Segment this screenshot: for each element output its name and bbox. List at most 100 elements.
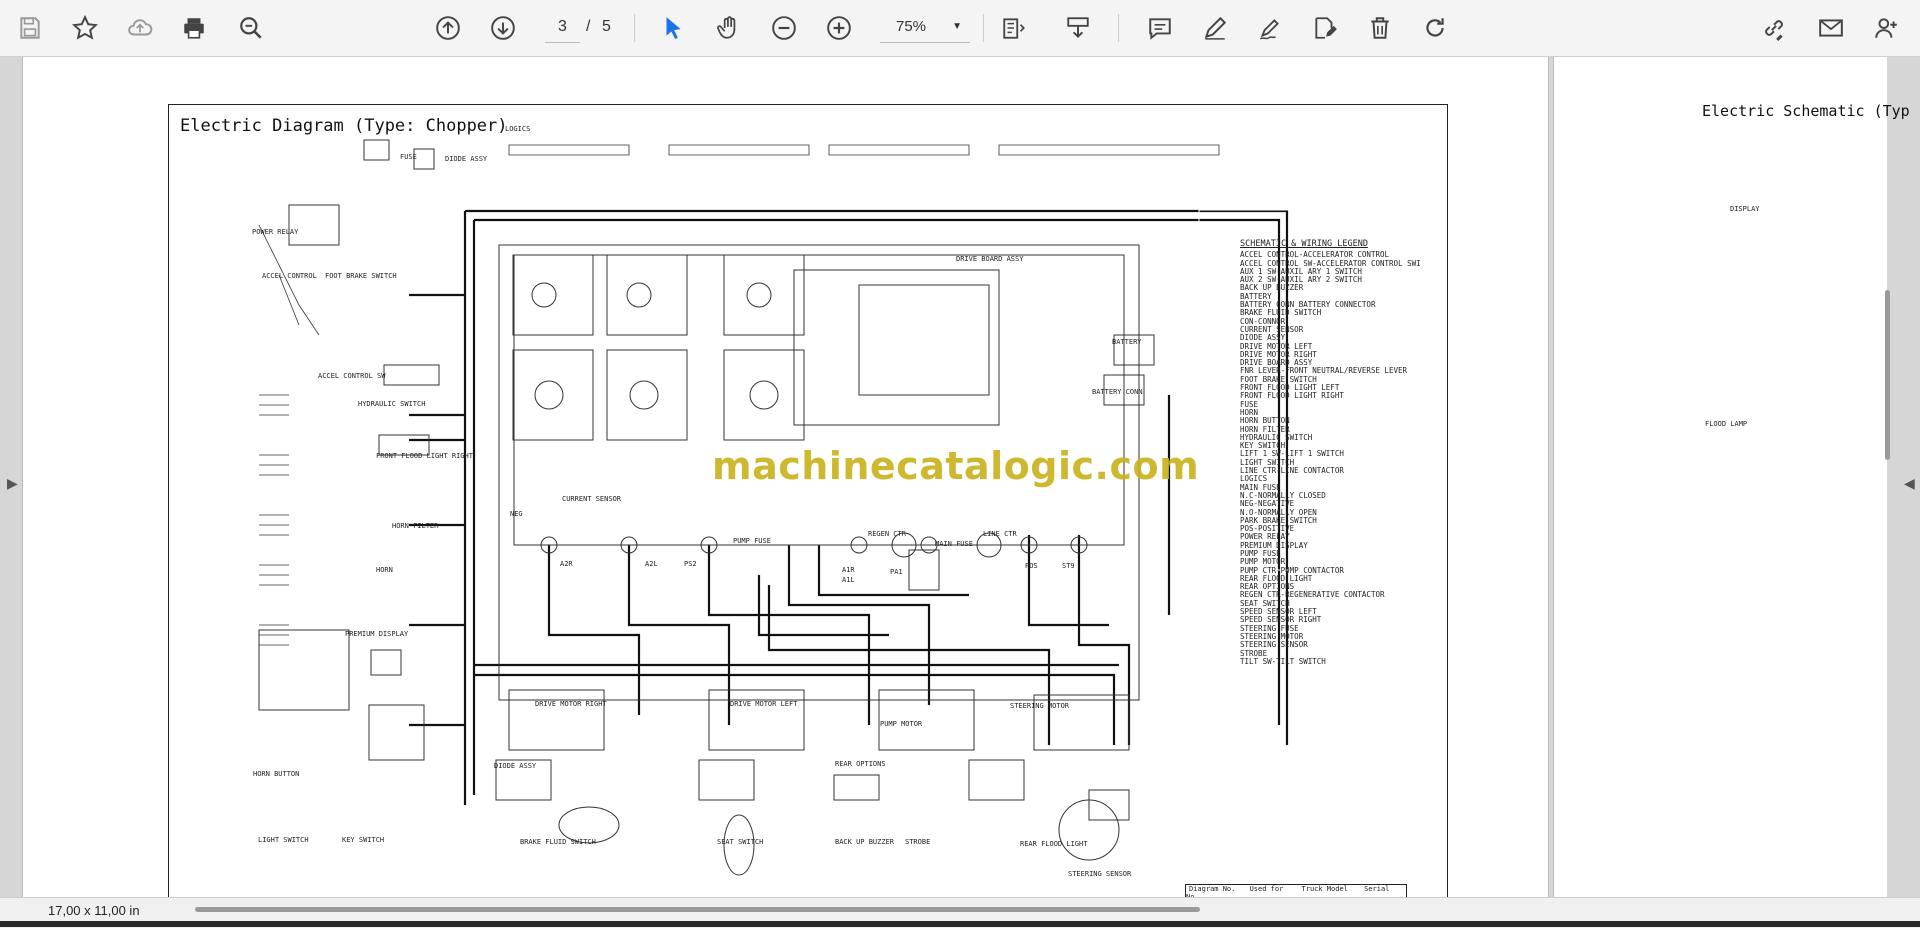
edit-doc-icon[interactable] bbox=[1309, 12, 1341, 44]
bookmark-star-icon[interactable] bbox=[69, 12, 101, 44]
next-page-icon[interactable] bbox=[487, 12, 519, 44]
page-fit-icon[interactable] bbox=[998, 12, 1030, 44]
label-rear-options: REAR OPTIONS bbox=[835, 760, 886, 768]
mail-icon[interactable] bbox=[1815, 12, 1847, 44]
legend-item: CON-CONNOR bbox=[1240, 317, 1286, 326]
watermark: machinecatalogic.com bbox=[712, 444, 1200, 488]
signature-icon[interactable] bbox=[1254, 12, 1286, 44]
page-total: 5 bbox=[602, 18, 611, 35]
label-right-display: DISPLAY bbox=[1730, 205, 1760, 213]
label-diode-assy: DIODE ASSY bbox=[445, 155, 488, 163]
toolbar: 3 / 5 75% ▼ bbox=[0, 0, 1920, 57]
trash-icon[interactable] bbox=[1364, 12, 1396, 44]
label-a2r: A2R bbox=[560, 560, 573, 568]
legend-item: HORN BUTTON bbox=[1240, 417, 1290, 426]
legend-item: KEY SWITCH bbox=[1240, 442, 1286, 451]
legend-item: BRAKE FLUID SWITCH bbox=[1240, 309, 1322, 318]
legend-item: ACCEL CONTROL SW-ACCELERATOR CONTROL SWI… bbox=[1240, 259, 1420, 268]
title-block-diagram-no: Diagram No. bbox=[1189, 885, 1236, 893]
vertical-scrollbar[interactable] bbox=[1885, 290, 1890, 460]
save-icon[interactable] bbox=[14, 12, 46, 44]
download-tray-icon[interactable] bbox=[1062, 12, 1094, 44]
legend-item: STROBE bbox=[1240, 649, 1268, 658]
chevron-down-icon: ▼ bbox=[952, 21, 962, 32]
legend-item: SPEED SENSOR LEFT bbox=[1240, 608, 1317, 617]
legend-item: AUX 1 SW-AUXIL ARY 1 SWITCH bbox=[1240, 267, 1362, 276]
redo-icon[interactable] bbox=[1419, 12, 1451, 44]
zoom-out-icon[interactable] bbox=[768, 12, 800, 44]
label-line-ctr: LINE CTR bbox=[983, 530, 1017, 538]
label-strobe: STROBE bbox=[905, 838, 931, 846]
legend-item: HORN FILTER bbox=[1240, 425, 1290, 434]
legend-item: STEERING FUSE bbox=[1240, 624, 1299, 633]
right-panel-toggle-icon[interactable]: ◀ bbox=[1904, 476, 1915, 492]
hand-pan-icon[interactable] bbox=[713, 12, 745, 44]
label-rear-flood-light: REAR FLOOD LIGHT bbox=[1020, 840, 1088, 848]
label-pump-motor: PUMP MOTOR bbox=[880, 720, 923, 728]
label-a1l: A1L bbox=[842, 576, 855, 584]
legend-item: REAR FLOOD LIGHT bbox=[1240, 574, 1313, 583]
legend-item: POWER RELAY bbox=[1240, 533, 1290, 542]
label-horn-filter: HORN FILTER bbox=[392, 522, 439, 530]
diagram-title: Electric Diagram (Type: Chopper) bbox=[180, 116, 508, 136]
label-current-sensor: CURRENT SENSOR bbox=[562, 495, 622, 503]
legend-item: N.O-NORMALLY OPEN bbox=[1240, 508, 1317, 517]
legend-item: DRIVE MOTOR RIGHT bbox=[1240, 350, 1317, 359]
upload-cloud-icon[interactable] bbox=[124, 12, 156, 44]
label-power-relay: POWER RELAY bbox=[252, 228, 299, 236]
legend-item: FOOT BRAKE SWITCH bbox=[1240, 375, 1317, 384]
title-block-truck-model: Truck Model bbox=[1301, 885, 1348, 893]
label-key-switch: KEY SWITCH bbox=[342, 836, 385, 844]
zoom-select[interactable]: 75% ▼ bbox=[880, 12, 970, 43]
legend-item: SPEED SENSOR RIGHT bbox=[1240, 616, 1322, 625]
pdf-page-next bbox=[1553, 57, 1887, 897]
select-cursor-icon[interactable] bbox=[657, 12, 689, 44]
toolbar-divider bbox=[983, 14, 984, 42]
label-diode-assy-2: DIODE ASSY bbox=[494, 762, 537, 770]
label-ps2: PS2 bbox=[684, 560, 697, 568]
legend-item: BATTERY CONN BATTERY CONNECTOR bbox=[1240, 301, 1376, 310]
legend-item: TILT SW-TILT SWITCH bbox=[1240, 657, 1326, 666]
label-pos: POS bbox=[1025, 562, 1038, 570]
prev-page-icon[interactable] bbox=[432, 12, 464, 44]
link-share-icon[interactable] bbox=[1758, 12, 1790, 44]
zoom-value: 75% bbox=[896, 18, 927, 35]
legend-item: FNR LEVER-FRONT NEUTRAL/REVERSE LEVER bbox=[1240, 367, 1408, 376]
label-back-up-buzzer: BACK UP BUZZER bbox=[835, 838, 895, 846]
label-horn-button: HORN BUTTON bbox=[253, 770, 300, 778]
legend-item: LIGHT SWITCH bbox=[1240, 458, 1295, 467]
legend-item: DRIVE MOTOR LEFT bbox=[1240, 342, 1313, 351]
wiring-legend: SCHEMATIC & WIRING LEGEND ACCEL CONTROL-… bbox=[1240, 240, 1420, 666]
label-fuse: FUSE bbox=[400, 153, 417, 161]
legend-item: PUMP MOTOR bbox=[1240, 558, 1286, 567]
legend-item: HYDRAULIC SWITCH bbox=[1240, 433, 1313, 442]
zoom-search-icon[interactable] bbox=[235, 12, 267, 44]
label-pump-fuse: PUMP FUSE bbox=[733, 537, 771, 545]
label-accel-control: ACCEL CONTROL bbox=[262, 272, 317, 280]
comment-icon[interactable] bbox=[1144, 12, 1176, 44]
label-premium-display: PREMIUM DISPLAY bbox=[345, 630, 409, 638]
zoom-in-icon[interactable] bbox=[823, 12, 855, 44]
user-add-icon[interactable] bbox=[1870, 12, 1902, 44]
legend-item: N.C-NORMALLY CLOSED bbox=[1240, 491, 1326, 500]
legend-item: POS-POSITIVE bbox=[1240, 525, 1295, 534]
horizontal-scrollbar[interactable] bbox=[195, 907, 1200, 912]
legend-item: MAIN FUSE bbox=[1240, 483, 1281, 492]
print-icon[interactable] bbox=[178, 12, 210, 44]
label-light-switch: LIGHT SWITCH bbox=[258, 836, 309, 844]
label-battery-conn: BATTERY CONN bbox=[1092, 388, 1143, 396]
left-panel-toggle-icon[interactable]: ▶ bbox=[7, 476, 18, 492]
pen-icon[interactable] bbox=[1199, 12, 1231, 44]
label-steering-motor: STEERING MOTOR bbox=[1010, 702, 1070, 710]
page-number-input[interactable]: 3 bbox=[545, 12, 580, 43]
legend-item: PARK BRAKE SWITCH bbox=[1240, 516, 1317, 525]
label-st9: ST9 bbox=[1062, 562, 1075, 570]
legend-item: NEG-NEGATIVE bbox=[1240, 500, 1295, 509]
title-block-used-for: Used for bbox=[1249, 885, 1284, 893]
window-bottom-edge bbox=[0, 921, 1920, 927]
toolbar-divider bbox=[1118, 14, 1119, 42]
label-drive-board-assy: DRIVE BOARD ASSY bbox=[956, 255, 1024, 263]
label-regen-ctr: REGEN CTR bbox=[868, 530, 906, 538]
label-seat-switch: SEAT SWITCH bbox=[717, 838, 764, 846]
label-right-flood: FLOOD LAMP bbox=[1705, 420, 1748, 428]
